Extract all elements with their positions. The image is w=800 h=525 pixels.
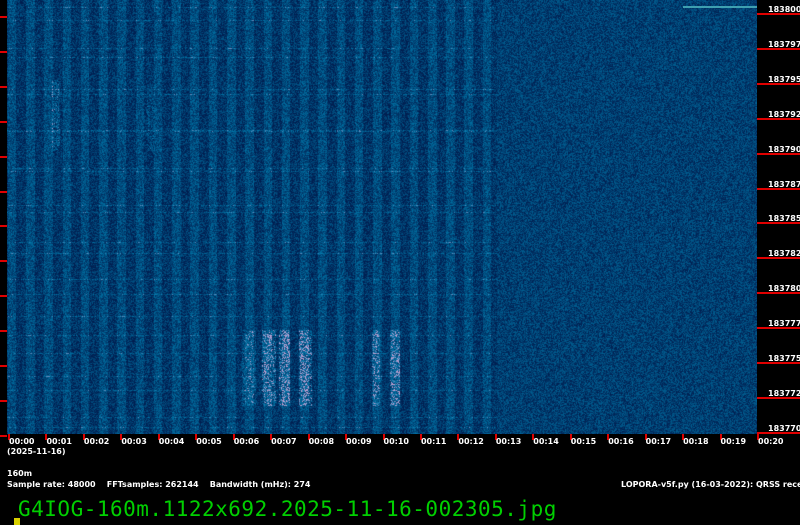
time-label: 00:08	[308, 437, 335, 446]
time-label: 00:18	[683, 437, 709, 446]
software-label: LOPORA-v5f.py (16-03-2022): QRSS recepti…	[621, 480, 800, 489]
time-label: 00:15	[570, 437, 597, 446]
text-cursor	[14, 518, 20, 525]
left-tick	[0, 295, 7, 298]
left-tick	[0, 260, 7, 263]
spectrogram-top-marker	[683, 6, 757, 8]
freq-label: 1837750	[768, 354, 800, 363]
time-label: 00:06	[233, 437, 260, 446]
time-label: 00:04	[158, 437, 185, 446]
time-label: 00:02	[83, 437, 110, 446]
time-label: 00:13	[495, 437, 522, 446]
time-label: 00:16	[608, 437, 634, 446]
freq-label: 1837950	[768, 74, 800, 84]
freq-label: 1837975	[768, 39, 800, 49]
time-label: 00:12	[458, 437, 484, 446]
params-label: Sample rate: 48000 FFTsamples: 262144 Ba…	[7, 480, 311, 489]
left-tick	[0, 399, 7, 402]
left-tick	[0, 365, 7, 367]
left-tick	[0, 16, 7, 18]
freq-label: 1837925	[768, 109, 800, 119]
left-tick	[0, 155, 7, 158]
time-label: 00:03	[121, 437, 147, 446]
time-label: 00:09	[346, 437, 372, 446]
left-tick	[0, 85, 7, 88]
time-label: 00:07	[271, 437, 297, 446]
freq-label: 1838000	[768, 5, 800, 14]
freq-label: 1837825	[768, 249, 800, 259]
left-tick	[0, 330, 7, 333]
freq-label: 1837850	[768, 214, 800, 224]
time-label: 00:00	[9, 437, 35, 446]
date-label: (2025-11-16)	[7, 447, 66, 456]
left-tick	[0, 434, 7, 437]
time-label: 00:14	[533, 437, 559, 446]
band-label: 160m	[7, 469, 33, 478]
freq-label: 1837700	[768, 423, 800, 433]
time-label: 00:01	[46, 437, 72, 446]
left-tick	[0, 225, 7, 228]
left-tick	[0, 120, 7, 123]
time-label: 00:19	[720, 437, 747, 446]
freq-label: 1837775	[768, 319, 800, 329]
time-label: 00:05	[196, 437, 222, 446]
time-label: 00:11	[420, 437, 447, 446]
time-label: 00:17	[645, 437, 672, 446]
left-tick	[0, 50, 7, 53]
freq-label: 1837800	[768, 284, 800, 294]
time-label: 00:20	[758, 437, 784, 446]
left-tick	[0, 190, 7, 193]
freq-label: 1837725	[768, 388, 800, 398]
freq-label: 1837900	[768, 144, 800, 154]
time-label: 00:10	[383, 437, 409, 446]
freq-label: 1837875	[768, 179, 800, 189]
filename-title: G4IOG-160m.1122x692.2025-11-16-002305.jp…	[18, 497, 557, 521]
spectrogram-waterfall	[7, 0, 757, 434]
